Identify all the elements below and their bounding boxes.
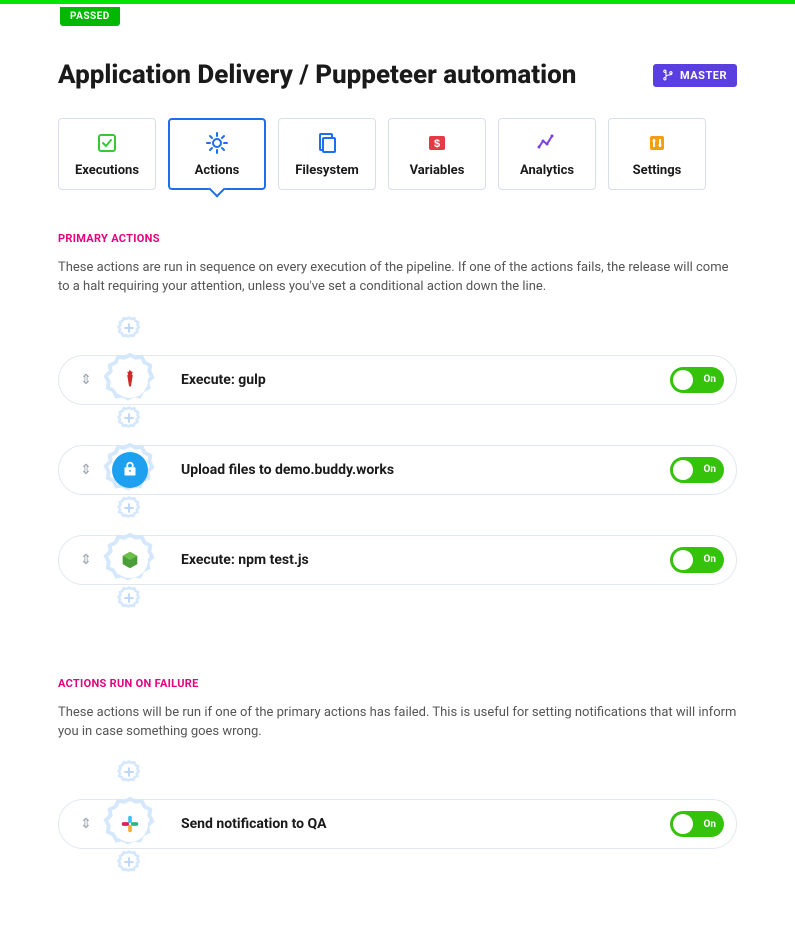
top-status-bar <box>0 0 795 4</box>
action-row: ⇕ Upload files to demo.buddy.works On <box>58 445 737 495</box>
variables-icon: $ <box>425 131 449 155</box>
failure-actions-header: ACTIONS RUN ON FAILURE <box>58 677 737 690</box>
branch-badge-label: MASTER <box>680 69 727 82</box>
toggle-label: On <box>704 819 717 830</box>
filesystem-icon <box>315 131 339 155</box>
failure-actions-list: ⇕ Send notification to QA On <box>58 759 737 889</box>
action-row: ⇕ Execute: gulp On <box>58 355 737 405</box>
failure-actions-desc: These actions will be run if one of the … <box>58 704 737 742</box>
page-title: Application Delivery / Puppeteer automat… <box>58 60 576 90</box>
upload-icon <box>112 452 148 488</box>
status-badge: PASSED <box>60 7 120 26</box>
tab-analytics[interactable]: Analytics <box>498 118 596 190</box>
branch-badge[interactable]: MASTER <box>653 64 737 87</box>
action-item[interactable]: ⇕ Execute: gulp On <box>58 355 737 405</box>
settings-icon <box>645 131 669 155</box>
toggle-label: On <box>704 464 717 475</box>
branch-icon <box>663 69 675 81</box>
slack-icon <box>112 806 148 842</box>
action-gear-badge <box>101 531 159 589</box>
tab-variables[interactable]: $ Variables <box>388 118 486 190</box>
tab-label: Executions <box>75 163 139 178</box>
add-action-button[interactable] <box>116 849 142 875</box>
tabs: Executions Actions Filesystem $ Variable… <box>58 118 737 190</box>
tab-executions[interactable]: Executions <box>58 118 156 190</box>
tab-filesystem[interactable]: Filesystem <box>278 118 376 190</box>
executions-icon <box>95 131 119 155</box>
add-action-button[interactable] <box>116 495 142 521</box>
primary-actions-desc: These actions are run in sequence on eve… <box>58 259 737 297</box>
tab-settings[interactable]: Settings <box>608 118 706 190</box>
drag-handle-icon[interactable]: ⇕ <box>79 373 93 387</box>
toggle-label: On <box>704 374 717 385</box>
tab-label: Actions <box>195 163 240 178</box>
action-label: Upload files to demo.buddy.works <box>181 462 670 478</box>
action-label: Send notification to QA <box>181 816 670 832</box>
tab-label: Analytics <box>520 163 574 178</box>
tab-label: Settings <box>633 163 682 178</box>
action-row: ⇕ Execute: npm test.js On <box>58 535 737 585</box>
add-action-button[interactable] <box>116 315 142 341</box>
add-action-button[interactable] <box>116 759 142 785</box>
add-action-button[interactable] <box>116 405 142 431</box>
action-label: Execute: gulp <box>181 372 670 388</box>
action-toggle[interactable]: On <box>670 367 724 393</box>
primary-actions-list: ⇕ Execute: gulp On ⇕ <box>58 315 737 625</box>
action-gear-badge <box>101 795 159 853</box>
action-item[interactable]: ⇕ Send notification to QA On <box>58 799 737 849</box>
drag-handle-icon[interactable]: ⇕ <box>79 463 93 477</box>
tab-label: Filesystem <box>295 163 359 178</box>
action-row: ⇕ Send notification to QA On <box>58 799 737 849</box>
analytics-icon <box>535 131 559 155</box>
primary-actions-header: PRIMARY ACTIONS <box>58 232 737 245</box>
action-toggle[interactable]: On <box>670 457 724 483</box>
drag-handle-icon[interactable]: ⇕ <box>79 553 93 567</box>
add-action-button[interactable] <box>116 585 142 611</box>
action-toggle[interactable]: On <box>670 547 724 573</box>
tab-label: Variables <box>410 163 465 178</box>
node-icon <box>112 542 148 578</box>
action-label: Execute: npm test.js <box>181 552 670 568</box>
tab-actions[interactable]: Actions <box>168 118 266 190</box>
action-gear-badge <box>101 351 159 409</box>
action-item[interactable]: ⇕ Execute: npm test.js On <box>58 535 737 585</box>
action-gear-badge <box>101 441 159 499</box>
actions-icon <box>205 131 229 155</box>
action-toggle[interactable]: On <box>670 811 724 837</box>
gulp-icon <box>112 362 148 398</box>
action-item[interactable]: ⇕ Upload files to demo.buddy.works On <box>58 445 737 495</box>
svg-text:$: $ <box>434 138 440 150</box>
toggle-label: On <box>704 554 717 565</box>
drag-handle-icon[interactable]: ⇕ <box>79 817 93 831</box>
